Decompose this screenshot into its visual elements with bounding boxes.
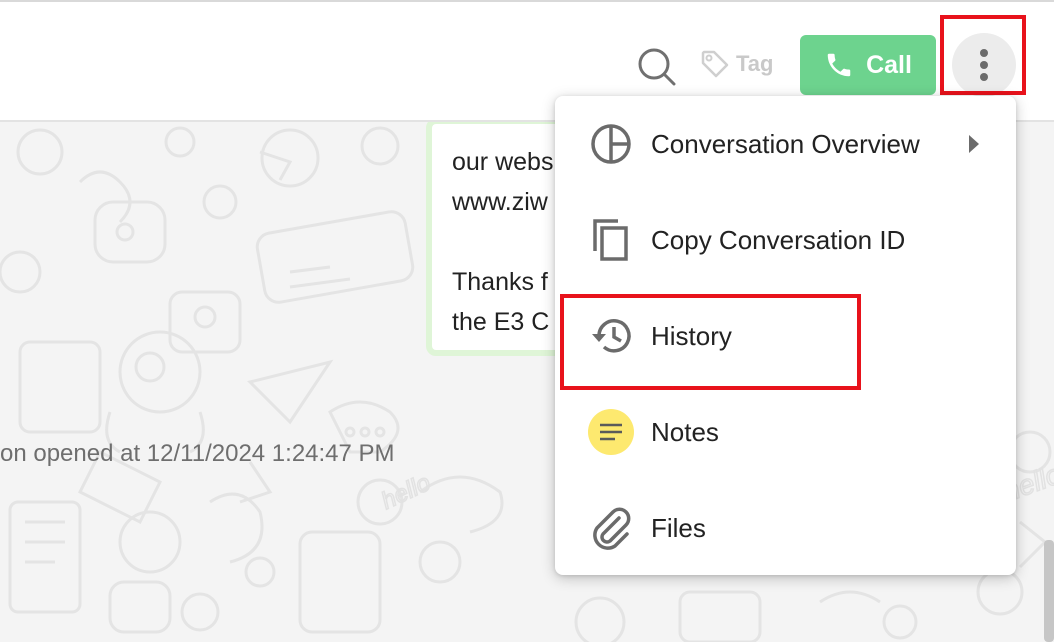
paperclip-icon — [587, 504, 635, 552]
menu-item-copy-conversation-id[interactable]: Copy Conversation ID — [555, 192, 1016, 288]
menu-item-label: Copy Conversation ID — [651, 224, 906, 255]
call-button[interactable]: Call — [800, 35, 936, 95]
conversation-opened-notice: on opened at 12/11/2024 1:24:47 PM — [0, 440, 395, 467]
app-screen: hello hello our webs www.ziw Thanks f th… — [0, 0, 1054, 642]
scrollbar-thumb[interactable] — [1044, 540, 1054, 642]
menu-item-notes[interactable]: Notes — [555, 384, 1016, 480]
notes-icon — [587, 408, 635, 456]
search-button[interactable] — [636, 46, 676, 86]
menu-item-conversation-overview[interactable]: Conversation Overview — [555, 96, 1016, 192]
tag-button[interactable]: Tag — [700, 46, 773, 82]
more-options-button[interactable] — [952, 33, 1016, 97]
menu-item-label: Notes — [651, 416, 719, 447]
menu-item-files[interactable]: Files — [555, 480, 1016, 576]
phone-icon — [827, 53, 851, 77]
menu-item-label: Conversation Overview — [651, 128, 920, 159]
search-icon — [638, 48, 676, 86]
chevron-right-icon — [969, 135, 979, 153]
menu-item-label: History — [651, 320, 732, 351]
more-options-menu: Conversation Overview Copy Conversation … — [555, 96, 1016, 575]
history-icon — [587, 312, 635, 360]
svg-text:hello: hello — [377, 469, 434, 515]
menu-item-history[interactable]: History — [555, 288, 1016, 384]
copy-icon — [587, 216, 635, 264]
call-label: Call — [866, 50, 912, 79]
menu-item-label: Files — [651, 512, 706, 543]
tag-icon — [701, 50, 729, 78]
pie-chart-icon — [587, 120, 635, 168]
tag-label: Tag — [736, 51, 774, 76]
